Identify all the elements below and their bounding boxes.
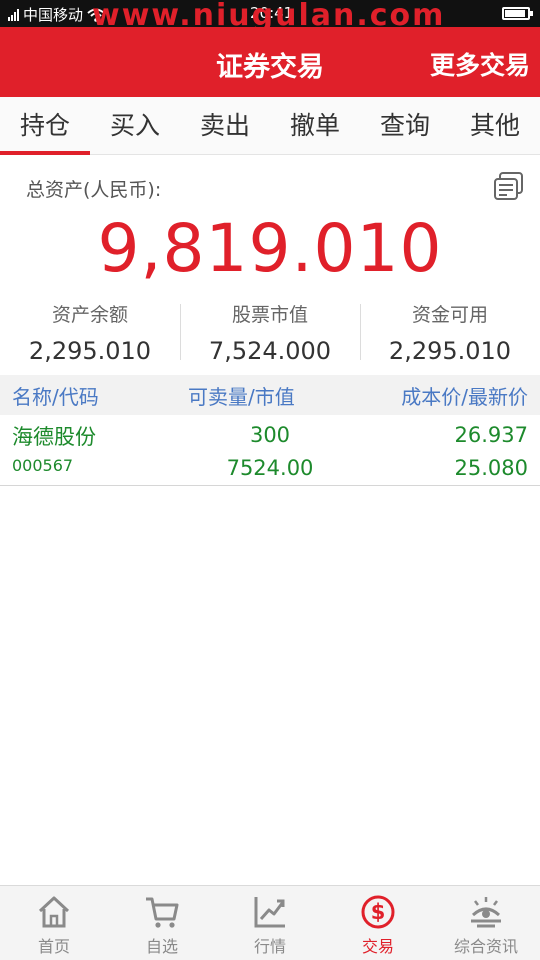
nav-label: 综合资讯 [453, 937, 518, 956]
tab-cancel[interactable]: 撤单 [270, 97, 360, 154]
stat-label: 股票市值 [231, 304, 308, 326]
status-left: 中国移动 [8, 4, 105, 25]
tab-holdings[interactable]: 持仓 [0, 97, 90, 155]
asset-stats: 资产余额 2,295.010 股票市值 7,524.000 资金可用 2,295… [0, 298, 540, 365]
stat-value: 7,524.000 [208, 337, 332, 365]
table-row[interactable]: 海德股份 000567 300 7524.00 26.937 25.080 [0, 415, 540, 486]
stat-balance: 资产余额 2,295.010 [0, 298, 180, 365]
column-header-qty: 可卖量/市值 [188, 385, 295, 409]
nav-label: 首页 [37, 937, 70, 956]
sellable-qty: 300 [249, 423, 291, 447]
receipt-icon[interactable] [493, 170, 525, 202]
column-header-name: 名称/代码 [12, 385, 99, 409]
cost-price: 26.937 [454, 423, 528, 447]
stat-label: 资产余额 [51, 304, 128, 326]
app-header: 证券交易 更多交易 [0, 27, 540, 97]
last-price: 25.080 [454, 456, 528, 480]
nav-watchlist[interactable]: 自选 [108, 886, 216, 960]
tab-sell[interactable]: 卖出 [180, 97, 270, 154]
more-trading-button[interactable]: 更多交易 [430, 46, 530, 82]
tab-buy[interactable]: 买入 [90, 97, 180, 154]
cart-icon [146, 897, 179, 928]
nav-label: 自选 [145, 937, 178, 956]
nav-label: 交易 [361, 937, 394, 956]
stat-value: 2,295.010 [388, 337, 512, 365]
stock-code: 000567 [12, 456, 74, 475]
total-assets-value: 9,819.010 [97, 210, 443, 287]
signal-icon [8, 8, 19, 21]
stat-available-funds: 资金可用 2,295.010 [360, 298, 540, 365]
bottom-nav: 首页 自选 行情 $ 交易 综合资讯 [0, 885, 540, 960]
tab-other[interactable]: 其他 [450, 97, 540, 154]
stat-market-value: 股票市值 7,524.000 [180, 298, 360, 365]
market-value: 7524.00 [226, 456, 314, 480]
dollar-icon: $ [361, 895, 395, 929]
nav-label: 行情 [253, 937, 286, 956]
chart-icon [254, 897, 285, 928]
tab-query[interactable]: 查询 [360, 97, 450, 154]
stat-value: 2,295.010 [28, 337, 152, 365]
news-icon [471, 897, 501, 928]
stock-name: 海德股份 [12, 425, 96, 449]
column-header-price: 成本价/最新价 [401, 385, 528, 409]
nav-home[interactable]: 首页 [0, 886, 108, 960]
home-icon [38, 896, 70, 928]
nav-market[interactable]: 行情 [216, 886, 324, 960]
carrier-name: 中国移动 [23, 6, 84, 24]
stat-label: 资金可用 [411, 304, 488, 326]
holdings-table-header: 名称/代码 可卖量/市值 成本价/最新价 [0, 375, 540, 415]
svg-text:$: $ [371, 900, 386, 924]
nav-news[interactable]: 综合资讯 [432, 886, 540, 960]
battery-icon [502, 7, 533, 20]
trade-tabs: 持仓 买入 卖出 撤单 查询 其他 [0, 97, 540, 155]
nav-trade[interactable]: $ 交易 [324, 886, 432, 960]
total-assets-label: 总资产(人民币): [26, 179, 162, 201]
